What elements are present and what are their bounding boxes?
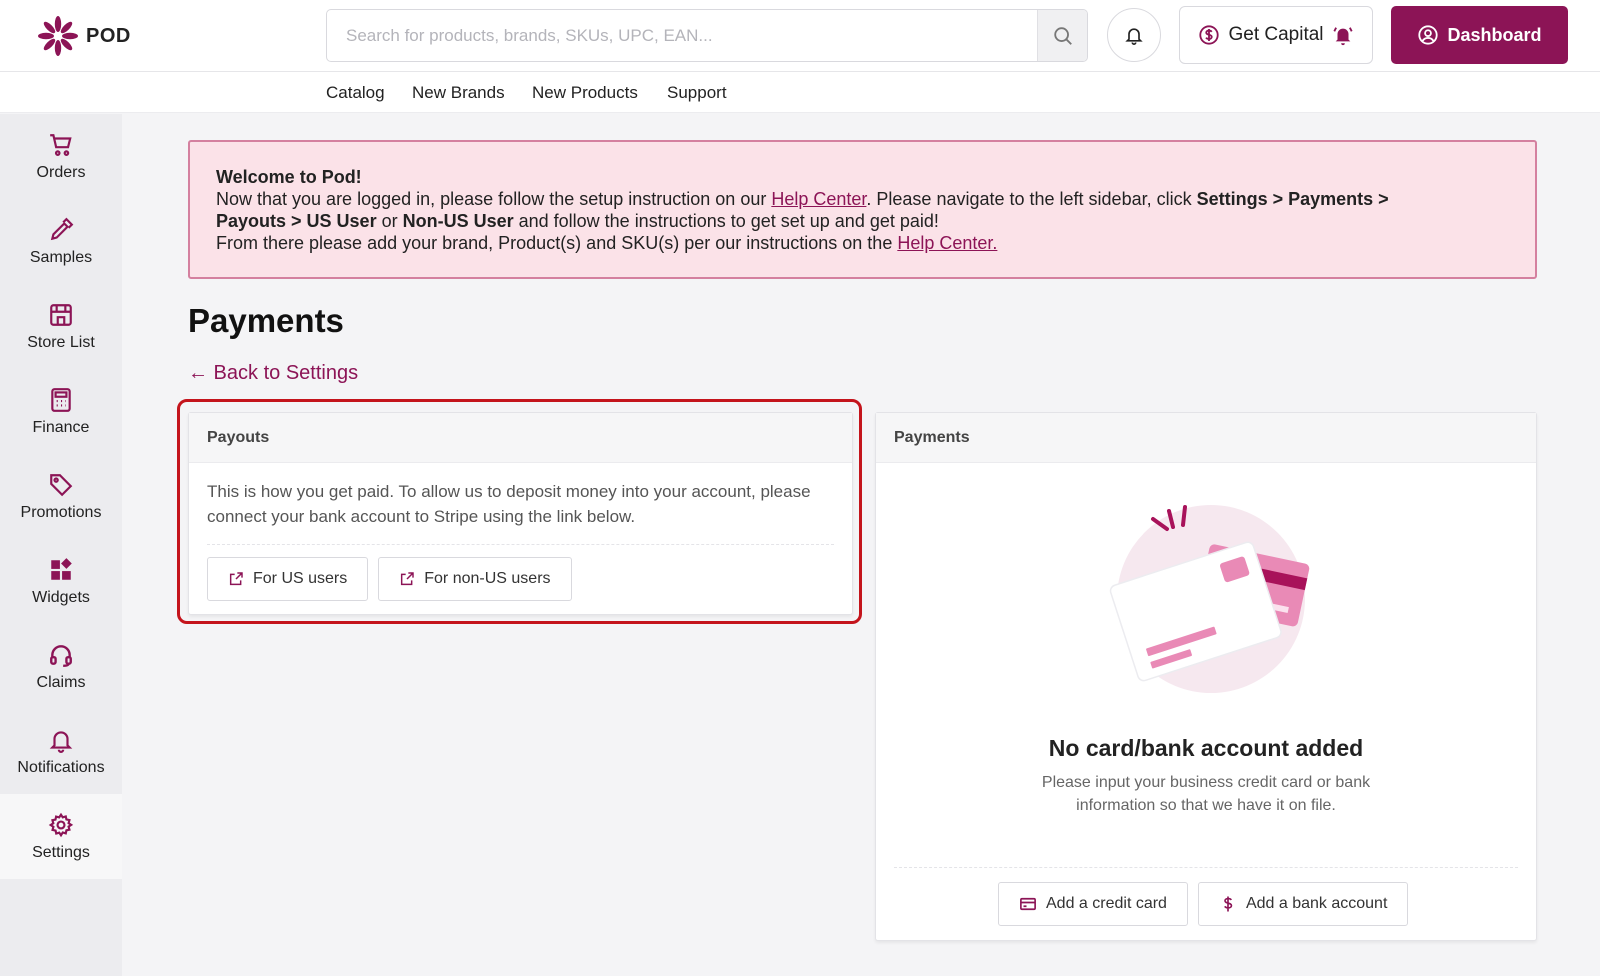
sidebar-label-settings: Settings (32, 843, 90, 861)
banner-line-3: From there please add your brand, Produc… (216, 232, 1509, 254)
pod-logo[interactable]: POD (36, 14, 131, 58)
page-title: Payments (188, 302, 344, 339)
empty-state-description: Please input your business credit card o… (1041, 774, 1371, 814)
banner-or: or (376, 211, 403, 231)
payments-heading: Payments (876, 413, 1536, 463)
help-center-link[interactable]: Help Center (771, 189, 866, 209)
add-bank-account-button[interactable]: Add a bank account (1197, 882, 1409, 926)
credit-card-illustration-icon (1109, 505, 1310, 693)
payments-card: Payments No card/bank account added Plea… (875, 412, 1537, 941)
sidebar-item-store-list[interactable]: Store List (0, 284, 122, 369)
dashboard-button[interactable]: Dashboard (1391, 6, 1568, 64)
bell-icon (1125, 28, 1143, 45)
sidebar-item-promotions[interactable]: Promotions (0, 454, 122, 539)
payouts-highlight-outline (177, 399, 862, 624)
widgets-icon (51, 557, 72, 580)
nav-support[interactable]: Support (667, 83, 727, 103)
credit-card-icon (1020, 897, 1036, 911)
sidebar-label-orders: Orders (36, 163, 86, 181)
sidebar-label-store-list: Store List (27, 333, 95, 351)
add-bank-account-label: Add a bank account (1245, 895, 1388, 912)
cart-icon (50, 133, 72, 156)
banner-text-1: Now that you are logged in, please follo… (216, 189, 772, 209)
banner-text-2: . Please navigate to the left sidebar, c… (866, 189, 1197, 209)
dollar-icon (1223, 896, 1233, 912)
tag-icon (50, 473, 73, 496)
search-input[interactable] (327, 10, 1037, 61)
sidebar-label-notifications: Notifications (17, 758, 105, 776)
sidebar-label-finance: Finance (32, 418, 90, 436)
notifications-button[interactable] (1107, 8, 1161, 62)
search-icon (1053, 26, 1072, 45)
add-credit-card-button[interactable]: Add a credit card (998, 882, 1188, 926)
back-to-settings-link[interactable]: ← Back to Settings (188, 362, 358, 385)
search-bar (326, 9, 1088, 62)
add-credit-card-label: Add a credit card (1046, 895, 1167, 912)
headset-icon (50, 644, 72, 667)
get-capital-label: Get Capital (1228, 24, 1324, 45)
banner-path-1: Settings > Payments > (1196, 189, 1389, 209)
banner-title: Welcome to Pod! (216, 167, 362, 187)
sidebar-label-promotions: Promotions (20, 503, 102, 521)
sidebar-item-orders[interactable]: Orders (0, 114, 122, 199)
sidebar-item-widgets[interactable]: Widgets (0, 539, 122, 624)
nav-new-brands[interactable]: New Brands (412, 83, 505, 103)
pen-icon (50, 217, 74, 240)
calculator-icon (51, 387, 71, 412)
gear-icon (48, 812, 74, 837)
get-capital-button[interactable]: Get Capital (1179, 6, 1373, 64)
alarm-bell-icon (1332, 27, 1353, 46)
sidebar-label-samples: Samples (29, 248, 93, 266)
dollar-circle-icon (1199, 25, 1220, 45)
payments-divider (894, 867, 1518, 868)
welcome-banner: Welcome to Pod! Now that you are logged … (188, 140, 1537, 279)
search-button[interactable] (1037, 10, 1087, 61)
top-header: POD Get Capital Dashboard (0, 0, 1600, 72)
dashboard-label: Dashboard (1447, 24, 1542, 45)
store-icon (50, 303, 72, 326)
sidebar-item-finance[interactable]: Finance (0, 369, 122, 454)
logo-text: POD (86, 24, 131, 47)
help-center-link-2[interactable]: Help Center. (897, 233, 997, 253)
banner-text-4: From there please add your brand, Produc… (216, 233, 898, 253)
banner-line-1: Now that you are logged in, please follo… (216, 188, 1509, 210)
sub-navigation: Catalog New Brands New Products Support (0, 72, 1600, 113)
nav-new-products[interactable]: New Products (532, 83, 638, 103)
banner-text-3: and follow the instructions to get set u… (513, 211, 939, 231)
sidebar-item-samples[interactable]: Samples (0, 199, 122, 284)
sidebar-item-notifications[interactable]: Notifications (0, 709, 122, 794)
user-circle-icon (1418, 25, 1439, 45)
banner-line-2: Payouts > US User or Non-US User and fol… (216, 210, 1509, 232)
sidebar-label-widgets: Widgets (32, 588, 90, 606)
flower-logo-icon (38, 16, 78, 56)
nav-catalog[interactable]: Catalog (326, 83, 385, 103)
sidebar-item-claims[interactable]: Claims (0, 624, 122, 709)
banner-path-3: Non-US User (402, 211, 514, 231)
bell-icon (49, 730, 73, 753)
sidebar-item-settings[interactable]: Settings (0, 794, 122, 879)
sidebar-label-claims: Claims (36, 673, 86, 691)
sidebar: Orders Samples Store List Finance Promot… (0, 114, 122, 976)
empty-state-title: No card/bank account added (1048, 735, 1364, 761)
payments-buttons: Add a credit card Add a bank account (998, 882, 1409, 926)
banner-path-2: Payouts > US User (216, 211, 377, 231)
